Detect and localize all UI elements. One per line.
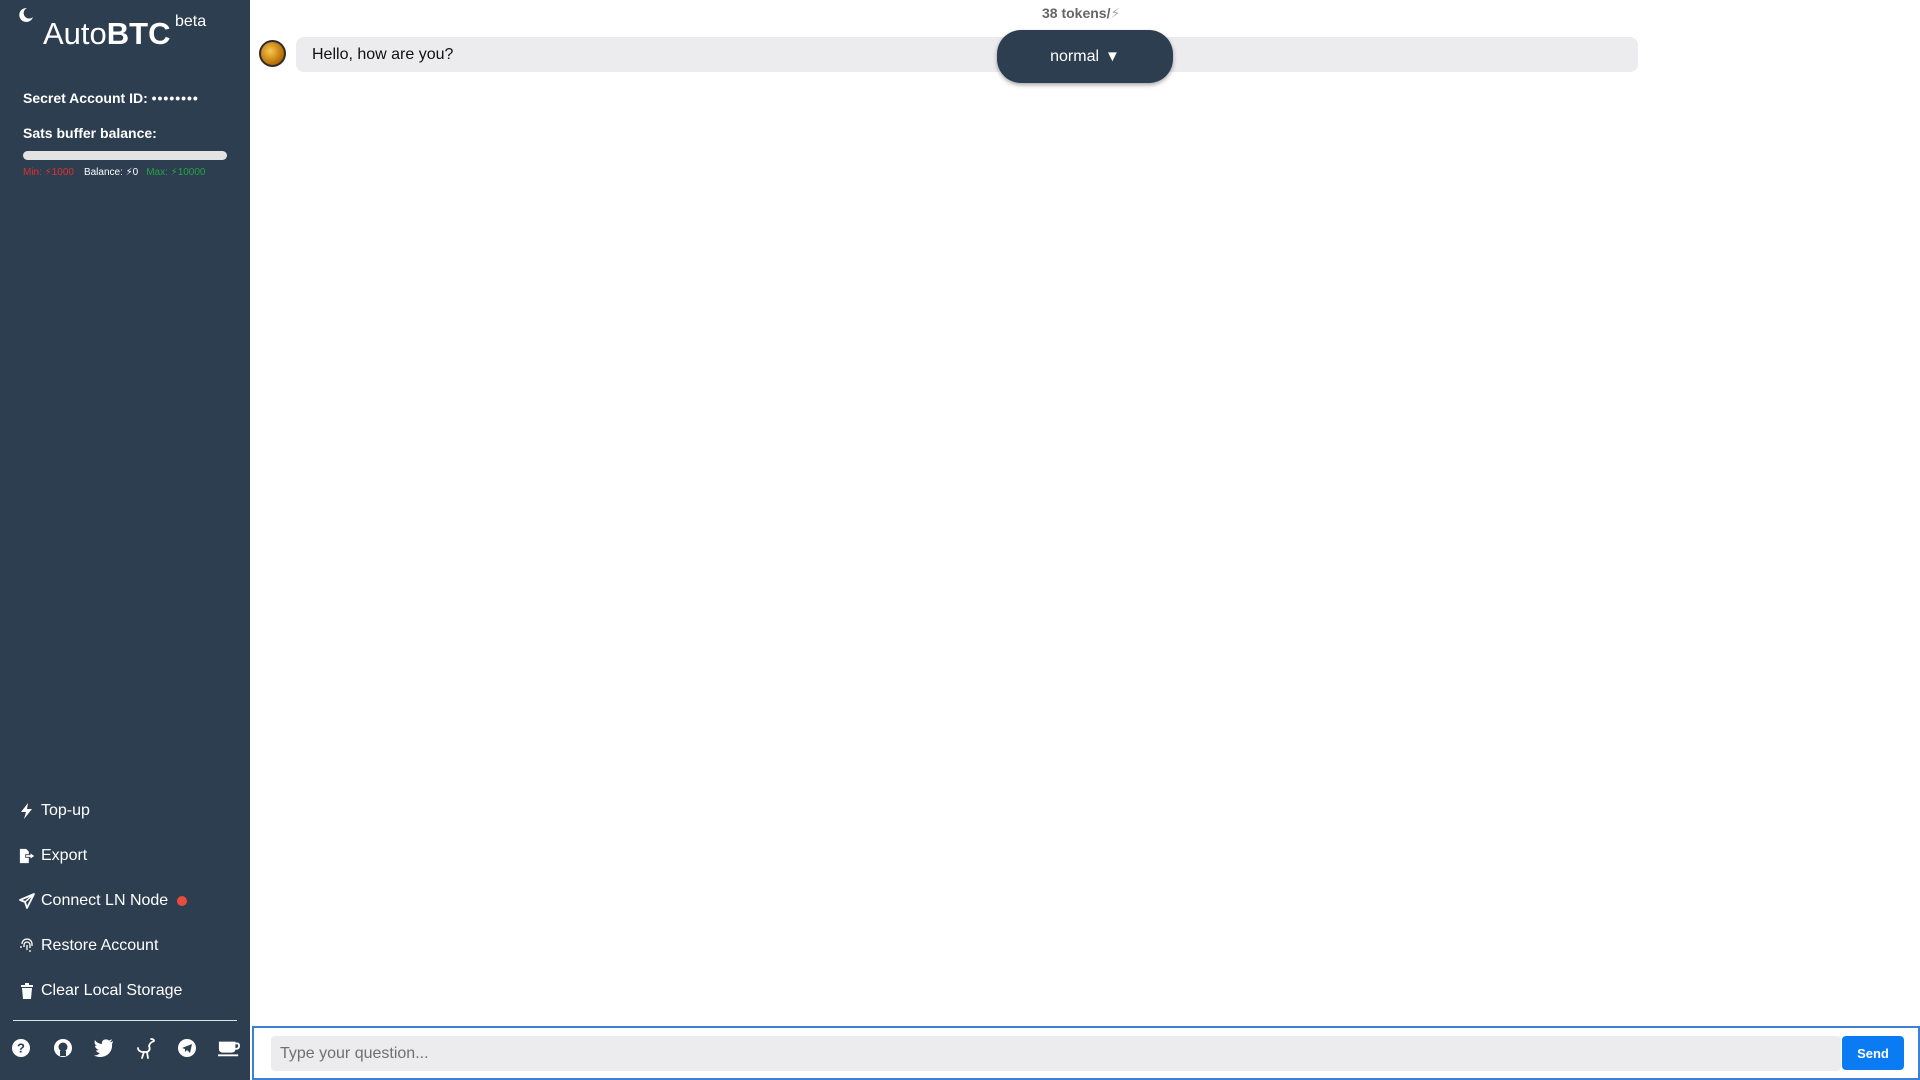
mode-dropdown-button[interactable]: normal ▼ [997,30,1173,83]
brand-prefix: Auto [43,16,107,51]
coffee-icon[interactable] [217,1037,240,1059]
sidebar: AutoBTC beta Secret Account ID: ••••••••… [0,0,250,1080]
file-export-icon [19,848,35,864]
sidebar-divider [13,1020,237,1021]
help-icon[interactable]: ? [10,1037,32,1059]
github-icon[interactable] [52,1037,74,1059]
question-input[interactable] [271,1036,1841,1071]
nostr-ostrich-icon[interactable] [135,1037,157,1059]
brand-bold: BTC [106,16,171,51]
composer: Send [252,1026,1920,1080]
beta-badge: beta [175,13,207,30]
connection-status-dot [177,895,188,906]
account-value: •••••••• [151,90,199,106]
fingerprint-icon [19,937,35,954]
balance-progress-bar [23,151,227,160]
min-balance: Min: ⚡1000 [23,167,74,178]
send-button[interactable]: Send [1842,1036,1904,1070]
sidebar-item-connect-ln-node[interactable]: Connect LN Node [0,878,250,923]
twitter-icon[interactable] [93,1037,115,1059]
token-count: 38 tokens/ [1042,5,1111,21]
chevron-down-icon: ▼ [1105,48,1120,65]
sidebar-item-label: Clear Local Storage [41,981,183,999]
message-text: Hello, how are you? [312,45,454,63]
social-links: ? [10,1036,240,1060]
current-balance: Balance: ⚡0 [83,167,139,178]
telegram-icon[interactable] [176,1037,198,1059]
bot-avatar [259,40,286,67]
brand-logo: AutoBTC beta [43,13,206,54]
paper-plane-icon [19,892,35,909]
token-counter: 38 tokens/⚡ [1042,5,1120,22]
sidebar-item-restore-account[interactable]: Restore Account [0,923,250,968]
sidebar-menu: Top-up Export Connect LN Node Restore Ac… [0,788,250,1013]
sat-symbol-icon: ⚡ [1110,5,1121,21]
mode-label: normal [1050,47,1100,65]
sidebar-item-label: Top-up [41,801,90,819]
sidebar-item-label: Connect LN Node [41,891,169,909]
bolt-icon [19,802,35,819]
sats-buffer-label: Sats buffer balance: [23,125,157,141]
secret-account-id[interactable]: Secret Account ID: •••••••• [23,90,199,106]
trash-icon [19,982,35,999]
sidebar-item-export[interactable]: Export [0,833,250,878]
svg-text:?: ? [17,1041,25,1056]
sidebar-item-top-up[interactable]: Top-up [0,788,250,833]
account-label: Secret Account ID: [23,90,148,106]
sidebar-item-label: Restore Account [41,936,159,954]
sidebar-item-clear-local-storage[interactable]: Clear Local Storage [0,968,250,1013]
balance-legend: Min: ⚡1000 Balance: ⚡0 Max: ⚡10000 [23,167,233,178]
chat-area: 38 tokens/⚡ Hello, how are you? normal ▼… [250,0,1920,1080]
sidebar-item-label: Export [41,846,88,864]
max-balance: Max: ⚡10000 [146,167,206,178]
moon-icon[interactable] [17,6,35,24]
chat-message: Hello, how are you? [296,37,1638,72]
